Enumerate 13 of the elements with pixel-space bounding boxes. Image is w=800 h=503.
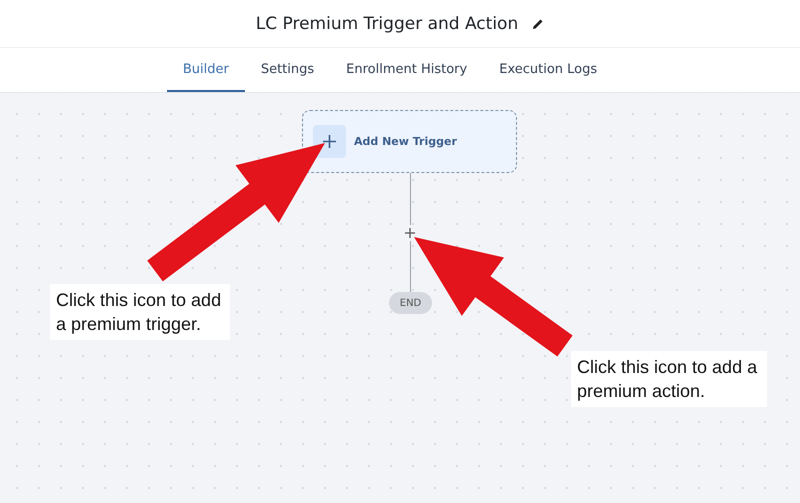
edit-icon[interactable] — [532, 18, 544, 30]
plus-icon — [323, 135, 336, 148]
node-label: Add New Trigger — [354, 135, 457, 148]
callout-text: Click this icon to add a premium action. — [571, 351, 767, 407]
trigger-node[interactable]: Add New Trigger — [302, 110, 517, 173]
tab[interactable]: Settings — [244, 48, 330, 92]
end-node: END — [389, 292, 432, 314]
tab[interactable]: Enrollment History — [330, 48, 484, 92]
callout-text: Click this icon to add a premium trigger. — [50, 284, 230, 340]
tab[interactable]: Execution Logs — [483, 48, 614, 92]
add-trigger-button[interactable] — [313, 125, 346, 158]
page-title: LC Premium Trigger and Action — [256, 14, 518, 34]
add-action-icon[interactable] — [404, 227, 416, 239]
